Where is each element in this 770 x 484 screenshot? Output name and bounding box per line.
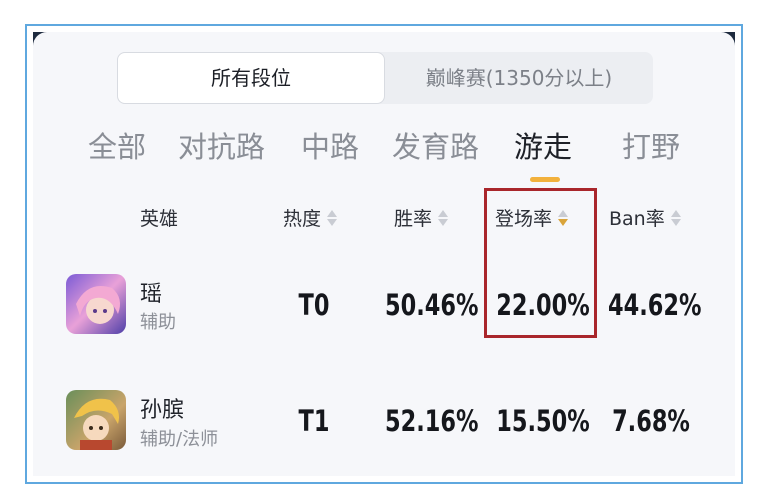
sort-icon xyxy=(327,209,338,226)
hero-name: 瑶 xyxy=(140,282,163,307)
hero-tier: T0 xyxy=(298,288,330,322)
win-rate-value: 52.16% xyxy=(385,404,479,438)
win-rate-value: 50.46% xyxy=(385,288,479,322)
hero-stats-screen: 所有段位 巅峰赛(1350分以上) 全部 对抗路 中路 发育路 游走 打野 英雄… xyxy=(33,32,735,476)
tab-all[interactable]: 全部 xyxy=(88,124,146,166)
column-win-rate-label: 胜率 xyxy=(394,208,433,230)
hero-avatar-yao[interactable] xyxy=(66,274,126,334)
rank-segmented-control: 所有段位 巅峰赛(1350分以上) xyxy=(117,52,653,104)
column-header-hero: 英雄 xyxy=(140,204,178,231)
column-header-heat[interactable]: 热度 xyxy=(283,204,338,231)
hero-role: 辅助 xyxy=(140,312,176,333)
active-tab-indicator xyxy=(530,177,560,182)
ban-rate-value: 44.62% xyxy=(608,288,702,322)
hero-portrait-icon xyxy=(66,274,126,334)
pick-rate-value: 15.50% xyxy=(496,404,590,438)
hero-avatar-sun-bin[interactable] xyxy=(66,390,126,450)
column-header-win-rate[interactable]: 胜率 xyxy=(394,204,449,231)
column-hero-label: 英雄 xyxy=(140,208,179,230)
segment-all-ranks[interactable]: 所有段位 xyxy=(117,52,385,104)
column-ban-rate-label: Ban率 xyxy=(609,208,665,230)
segment-peak[interactable]: 巅峰赛(1350分以上) xyxy=(385,52,653,104)
column-header-ban-rate[interactable]: Ban率 xyxy=(609,204,681,231)
tab-top-lane[interactable]: 对抗路 xyxy=(178,124,265,166)
hero-role: 辅助/法师 xyxy=(140,429,219,450)
hero-portrait-icon xyxy=(66,390,126,450)
hero-tier: T1 xyxy=(298,404,330,438)
tab-mid-lane[interactable]: 中路 xyxy=(301,124,359,166)
tab-jungle[interactable]: 打野 xyxy=(622,124,680,166)
column-heat-label: 热度 xyxy=(283,208,322,230)
tab-bot-lane[interactable]: 发育路 xyxy=(392,124,479,166)
sort-icon xyxy=(670,209,681,226)
hero-name: 孙膑 xyxy=(140,398,185,423)
pick-rate-highlight-box xyxy=(484,188,597,338)
tab-roam[interactable]: 游走 xyxy=(514,124,572,166)
ban-rate-value: 7.68% xyxy=(612,404,690,438)
sort-icon xyxy=(438,209,449,226)
